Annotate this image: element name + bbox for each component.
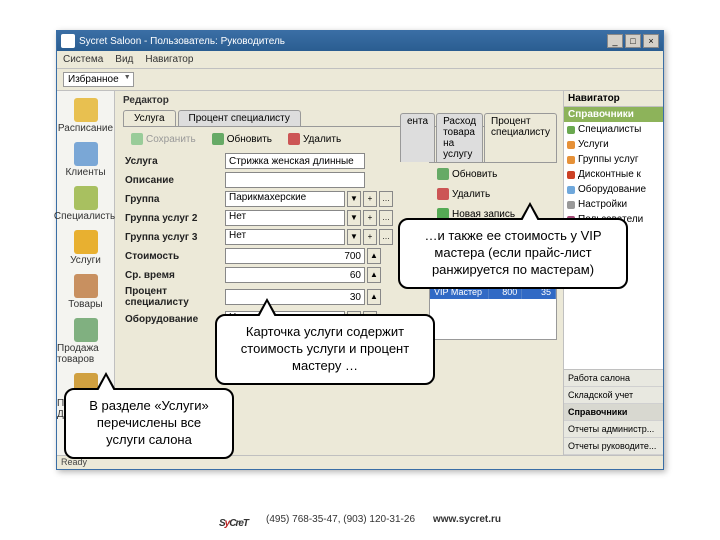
rail-clients[interactable]: Клиенты (57, 139, 114, 181)
rail-specialists[interactable]: Специалисты (57, 183, 114, 225)
sales-icon (74, 318, 98, 342)
select-group3[interactable]: Нет (225, 229, 345, 245)
footer-site: www.sycret.ru (433, 514, 501, 525)
specialists-icon (74, 186, 98, 210)
nav-item-services[interactable]: Услуги (564, 137, 663, 152)
nav-item-specialists[interactable]: Специалисты (564, 122, 663, 137)
section-stock[interactable]: Складской учет (564, 387, 663, 404)
nav-item-discount[interactable]: Дисконтные к (564, 167, 663, 182)
save-icon (131, 133, 143, 145)
folder-icon (567, 171, 575, 179)
clients-icon (74, 142, 98, 166)
menu-system[interactable]: Система (63, 54, 103, 65)
folder-icon (567, 126, 575, 134)
section-reports-admin[interactable]: Отчеты администр... (564, 421, 663, 438)
input-cost[interactable] (225, 248, 365, 264)
sub-delete-button[interactable]: Удалить (431, 186, 496, 202)
rail-goods[interactable]: Товары (57, 271, 114, 313)
navigator-section-header: Справочники (564, 107, 663, 122)
favorites-dropdown[interactable]: Избранное (63, 72, 134, 87)
input-time[interactable] (225, 267, 365, 283)
input-desc[interactable] (225, 172, 365, 188)
subtab-percent[interactable]: Процент специалисту (484, 113, 557, 162)
close-button[interactable]: × (643, 34, 659, 48)
refresh-button[interactable]: Обновить (206, 131, 278, 147)
label-time: Ср. время (125, 270, 225, 281)
tab-service[interactable]: Услуга (123, 110, 176, 126)
select-group2[interactable]: Нет (225, 210, 345, 226)
group-dd-icon[interactable]: ▼ (347, 191, 361, 207)
app-icon (61, 34, 75, 48)
nav-item-settings[interactable]: Настройки (564, 197, 663, 212)
rail-sales[interactable]: Продажа товаров (57, 315, 114, 368)
delete-icon (288, 133, 300, 145)
label-group: Группа (125, 194, 225, 205)
refresh-icon (437, 168, 449, 180)
input-service[interactable] (225, 153, 365, 169)
rail-schedule[interactable]: Расписание (57, 95, 114, 137)
maximize-button[interactable]: □ (625, 34, 641, 48)
navigator-sections: Работа салона Складской учет Справочники… (564, 369, 663, 455)
delete-button[interactable]: Удалить (282, 131, 347, 147)
label-desc: Описание (125, 175, 225, 186)
folder-icon (567, 156, 575, 164)
label-cost: Стоимость (125, 251, 225, 262)
refresh-icon (212, 133, 224, 145)
calendar-icon (74, 98, 98, 122)
menu-view[interactable]: Вид (115, 54, 133, 65)
nav-item-groups[interactable]: Группы услуг (564, 152, 663, 167)
label-group3: Группа услуг 3 (125, 232, 225, 243)
titlebar: Sycret Saloon - Пользователь: Руководите… (57, 31, 663, 51)
spinner-icon[interactable]: ▲ (367, 248, 381, 264)
goods-icon (74, 274, 98, 298)
menubar: Система Вид Навигатор (57, 51, 663, 69)
callout-vip-price: …и также ее стоимость у VIP мастера (есл… (398, 218, 628, 289)
editor-title: Редактор (119, 93, 561, 108)
services-icon (74, 230, 98, 254)
folder-icon (567, 186, 575, 194)
footer-phones: (495) 768-35-47, (903) 120-31-26 (266, 514, 415, 525)
section-refs[interactable]: Справочники (564, 404, 663, 421)
navigator-title: Навигатор (564, 91, 663, 107)
folder-icon (567, 141, 575, 149)
tab-percent[interactable]: Процент специалисту (178, 110, 301, 126)
label-service: Услуга (125, 156, 225, 167)
grid-empty-area (430, 299, 556, 339)
callout-service-card: Карточка услуги содержит стоимость услуг… (215, 314, 435, 385)
section-reports-director[interactable]: Отчеты руководите... (564, 438, 663, 455)
section-salon[interactable]: Работа салона (564, 370, 663, 387)
label-group2: Группа услуг 2 (125, 213, 225, 224)
input-percent[interactable] (225, 289, 365, 305)
minimize-button[interactable]: _ (607, 34, 623, 48)
group-add-icon[interactable]: + (363, 191, 377, 207)
slide-footer: SyCreT (495) 768-35-47, (903) 120-31-26 … (0, 506, 720, 532)
rail-services[interactable]: Услуги (57, 227, 114, 269)
label-equip: Оборудование (125, 314, 225, 325)
nav-item-equipment[interactable]: Оборудование (564, 182, 663, 197)
save-button[interactable]: Сохранить (125, 131, 202, 147)
toolbar: Избранное (57, 69, 663, 91)
menu-navigator[interactable]: Навигатор (145, 54, 193, 65)
select-group[interactable]: Парикмахерские (225, 191, 345, 207)
label-percent: Процент специалисту (125, 286, 225, 308)
window-title: Sycret Saloon - Пользователь: Руководите… (79, 36, 285, 47)
subtab-consumption[interactable]: Расход товара на услугу (436, 113, 483, 162)
callout-services-section: В разделе «Услуги» перечислены все услуг… (64, 388, 234, 459)
gear-icon (567, 201, 575, 209)
delete-icon (437, 188, 449, 200)
subtab-a[interactable]: ента (400, 113, 435, 162)
sub-refresh-button[interactable]: Обновить (431, 166, 503, 182)
group-more-icon[interactable]: … (379, 191, 393, 207)
logo: SyCreT (219, 506, 248, 532)
